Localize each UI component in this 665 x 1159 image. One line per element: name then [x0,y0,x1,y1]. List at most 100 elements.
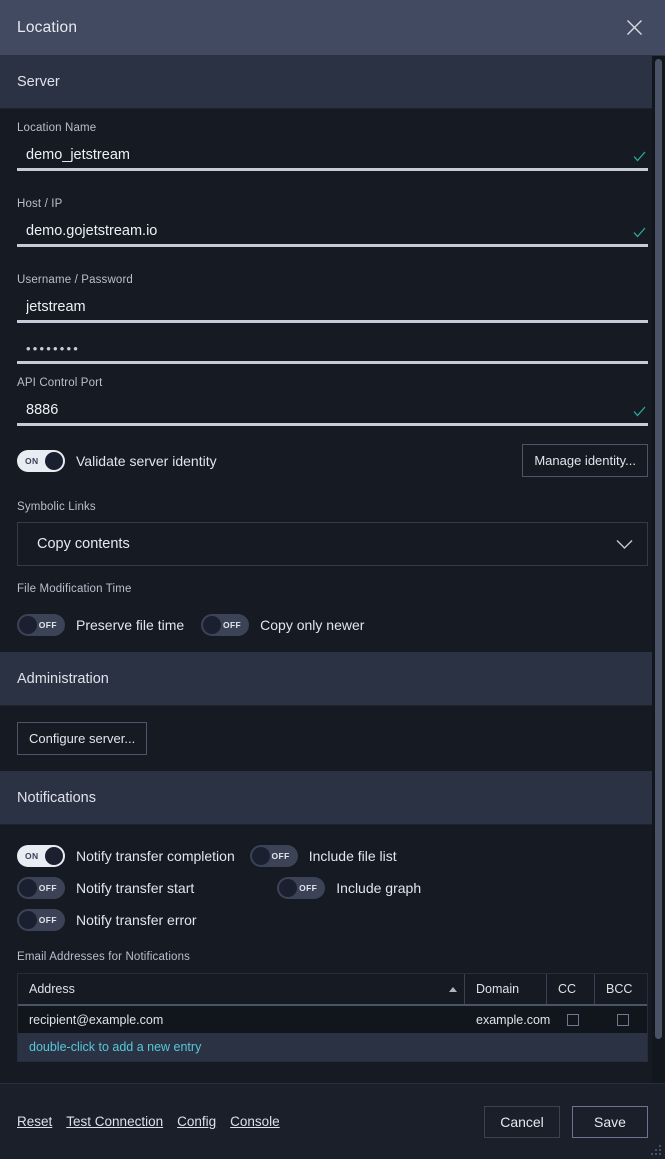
dialog-title: Location [17,18,78,36]
validate-server-identity-label: Validate server identity [76,452,217,469]
toggle-state-label: OFF [38,883,57,893]
preserve-file-time-toggle[interactable]: OFF [17,614,65,636]
toggle-state-label: ON [25,455,39,466]
location-name-input[interactable] [26,147,633,163]
label-host-ip: Host / IP [17,198,63,210]
toggle-knob [279,879,298,897]
notify-row-3: OFF Notify transfer error [17,899,648,931]
notify-transfer-start-toggle[interactable]: OFF [17,877,65,899]
include-file-list-toggle[interactable]: OFF [249,845,298,867]
notify-transfer-completion-label: Notify transfer completion [76,848,235,864]
server-section-body: Location Name Host / IP [0,109,665,652]
cell-domain: example.com [476,1012,551,1027]
dialog-footer: Reset Test Connection Config Console Can… [0,1083,665,1159]
password-input[interactable] [26,341,648,356]
vertical-scrollbar[interactable] [652,56,665,1083]
cell-address: recipient@example.com [29,1012,164,1027]
copy-only-newer-label: Copy only newer [260,617,365,633]
column-header-bcc[interactable]: BCC [595,974,647,1004]
include-file-list-label: Include file list [308,848,397,864]
notifications-section-body: ON Notify transfer completion OFF Includ… [0,825,665,1062]
api-port-input[interactable] [26,402,633,418]
column-label: CC [558,982,577,996]
toggle-knob [45,847,63,865]
console-link[interactable]: Console [230,1114,280,1129]
dialog-scroll-area: Server Location Name Host / IP [0,56,665,1083]
toggle-state-label: ON [25,851,39,861]
footer-links: Reset Test Connection Config Console [17,1114,484,1129]
label-email-addresses: Email Addresses for Notifications [17,951,191,963]
label-file-mod-time: File Modification Time [17,583,132,595]
section-header-administration: Administration [0,652,665,706]
manage-identity-button[interactable]: Manage identity... [522,444,648,477]
resize-grip-icon[interactable] [649,1143,661,1155]
notify-transfer-error-label: Notify transfer error [76,912,197,928]
toggle-knob [19,616,37,634]
toggle-knob [45,451,63,470]
cell-cc [547,1006,595,1033]
close-icon[interactable] [619,13,649,43]
bcc-checkbox[interactable] [616,1013,629,1026]
toggle-state-label: OFF [38,620,57,630]
label-api-port: API Control Port [17,377,103,389]
test-connection-link[interactable]: Test Connection [66,1114,163,1129]
input-wrap-username [17,295,648,323]
toggle-knob [251,847,270,865]
field-file-mod-time: File Modification Time [17,566,648,595]
toggle-state-label: OFF [38,915,57,925]
save-button[interactable]: Save [572,1105,648,1138]
valid-check-icon-api-port [633,406,648,418]
footer-buttons: Cancel Save [484,1105,648,1138]
toggle-state-label: OFF [299,883,318,893]
config-link[interactable]: Config [177,1114,216,1129]
email-table-block: Email Addresses for Notifications Addres… [17,931,648,1062]
column-label: Address [29,982,75,996]
field-username-password: Username / Password [17,261,648,323]
notify-transfer-error-toggle[interactable]: OFF [17,909,65,931]
cell-bcc [595,1006,647,1033]
toggle-knob [203,616,222,634]
file-time-toggles-row: OFF Preserve file time OFF Copy only new… [17,595,648,652]
column-header-cc[interactable]: CC [547,974,595,1004]
section-title-administration: Administration [17,670,109,687]
label-username-password: Username / Password [17,274,133,286]
scrollbar-thumb[interactable] [655,59,662,1039]
label-location-name: Location Name [17,122,97,134]
chevron-down-icon [616,539,633,550]
cc-checkbox[interactable] [566,1013,579,1026]
administration-section-body: Configure server... [0,706,665,771]
username-input[interactable] [26,299,648,315]
toggle-state-label: OFF [271,851,290,861]
host-ip-input[interactable] [26,223,633,239]
section-title-server: Server [17,74,60,90]
table-header-row: Address Domain CC BCC [18,974,647,1006]
reset-link[interactable]: Reset [17,1114,52,1129]
add-new-entry-row[interactable]: double-click to add a new entry [18,1033,647,1061]
column-label: BCC [606,982,633,996]
include-graph-toggle[interactable]: OFF [277,877,326,899]
notify-row-2: OFF Notify transfer start OFF Include gr… [17,867,648,899]
cancel-button[interactable]: Cancel [484,1105,560,1138]
field-api-port: API Control Port [17,364,648,426]
toggle-state-label: OFF [222,620,242,630]
input-wrap-password [17,336,648,364]
column-header-address[interactable]: Address [18,974,465,1004]
include-graph-label: Include graph [336,880,422,896]
section-title-notifications: Notifications [17,789,96,806]
column-header-domain[interactable]: Domain [465,974,547,1004]
field-host-ip: Host / IP [17,185,648,247]
symbolic-links-select[interactable]: Copy contents [17,522,648,566]
field-password [17,323,648,364]
copy-only-newer-toggle[interactable]: OFF [201,614,250,636]
validate-server-identity-toggle[interactable]: ON [17,449,65,472]
toggle-knob [19,911,37,929]
email-addresses-table: Address Domain CC BCC recipient@example.… [17,973,648,1062]
configure-server-button[interactable]: Configure server... [17,722,148,755]
notify-transfer-start-label: Notify transfer start [76,880,195,896]
label-symbolic-links: Symbolic Links [17,501,96,513]
table-row[interactable]: recipient@example.com example.com [18,1006,647,1033]
toggle-knob [19,879,37,897]
notify-row-1: ON Notify transfer completion OFF Includ… [17,825,648,867]
notify-transfer-completion-toggle[interactable]: ON [17,845,65,867]
